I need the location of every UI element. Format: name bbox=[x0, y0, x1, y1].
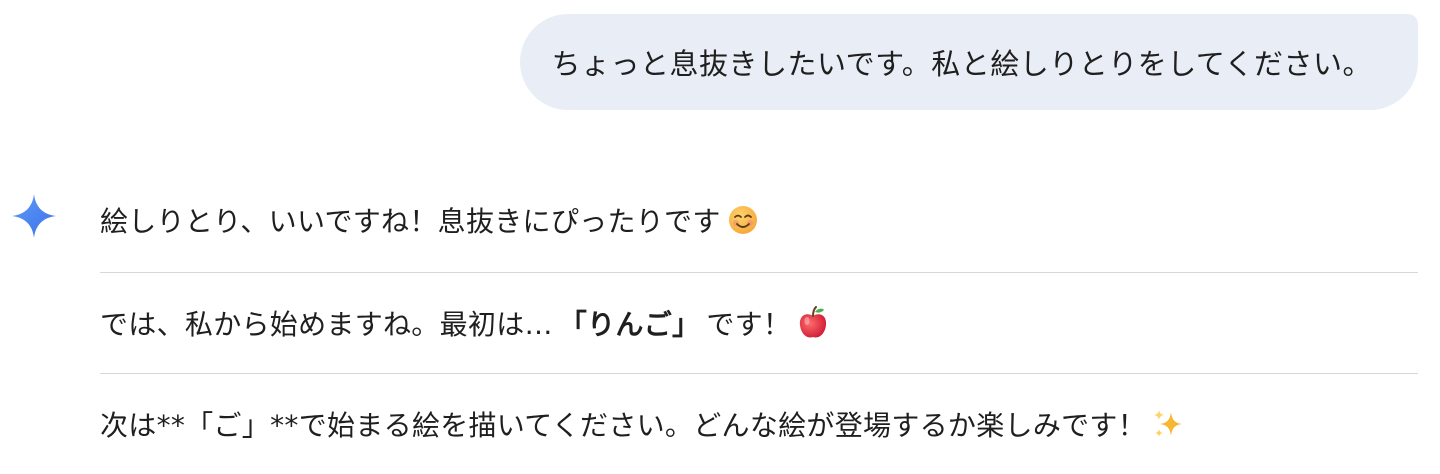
user-message-bubble: ちょっと息抜きしたいです。私と絵しりとりをしてください。 bbox=[519, 14, 1418, 110]
response-text: 次は**「ご」**で始まる絵を描いてください。どんな絵が登場するか楽しみです！ bbox=[100, 409, 1147, 442]
response-paragraph: では、私から始めますね。最初は… 「りんご」 です！ bbox=[100, 273, 1418, 373]
response-strong-text: 「りんご」 bbox=[558, 308, 701, 341]
sparkles-icon bbox=[1152, 408, 1184, 440]
smiling-face-icon bbox=[727, 204, 759, 236]
model-response: 絵しりとり、いいですね！息抜きにぴったりです では、私から始めますね。最初は… bbox=[100, 168, 1418, 474]
response-text: 絵しりとり、いいですね！息抜きにぴったりです bbox=[100, 205, 721, 238]
apple-icon bbox=[797, 306, 829, 340]
response-paragraph: 絵しりとり、いいですね！息抜きにぴったりです bbox=[100, 168, 1418, 272]
response-text: では、私から始めますね。最初は… bbox=[100, 308, 553, 341]
user-message-text: ちょっと息抜きしたいです。私と絵しりとりをしてください。 bbox=[551, 47, 1372, 81]
response-text: です！ bbox=[706, 308, 792, 341]
response-paragraph: 次は**「ご」**で始まる絵を描いてください。どんな絵が登場するか楽しみです！ bbox=[100, 374, 1418, 474]
gemini-sparkle-icon bbox=[12, 194, 56, 238]
